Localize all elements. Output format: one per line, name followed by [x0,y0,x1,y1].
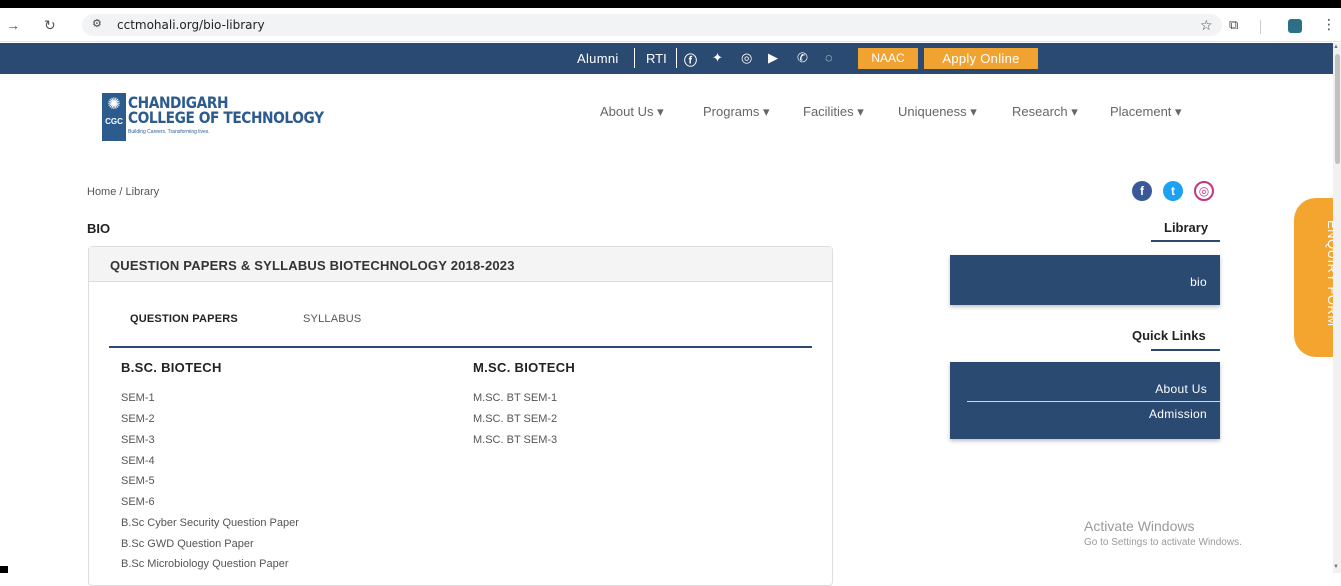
top-info-bar: Alumni RTI ⓕ ✦ ◎ ▶ ✆ ◌ NAAC Apply Online [0,43,1333,74]
list-item[interactable]: SEM-6 [121,496,155,508]
heading-underline [1151,240,1220,242]
nav-label: Placement [1110,104,1172,119]
chevron-down-icon: ▾ [657,104,664,119]
column-heading-msc: M.SC. BIOTECH [473,360,576,375]
extensions-icon[interactable]: ⧉ [1229,17,1238,33]
facebook-icon[interactable]: f [1132,181,1152,201]
site-info-icon[interactable]: ⚙ [92,17,102,30]
topbar-divider [634,48,635,68]
instagram-icon[interactable]: ◎ [741,50,752,66]
phone-icon[interactable]: ✆ [797,50,808,66]
list-item[interactable]: SEM-4 [121,455,155,467]
windows-watermark-subtitle: Go to Settings to activate Windows. [1084,537,1242,548]
list-item[interactable]: SEM-1 [121,392,155,404]
list-item[interactable]: SEM-2 [121,413,155,425]
reload-icon[interactable]: ↻ [44,17,56,34]
tab-question-papers[interactable]: QUESTION PAPERS [130,313,238,325]
browser-toolbar: → ↻ ⚙ cctmohali.org/bio-library ☆ ⧉ ⋮ [0,8,1341,42]
instagram-icon[interactable]: ◎ [1194,181,1214,201]
chevron-down-icon: ▾ [970,104,977,119]
panel-title: QUESTION PAPERS & SYLLABUS BIOTECHNOLOGY… [110,258,515,273]
rti-link[interactable]: RTI [646,51,667,66]
chevron-down-icon: ▾ [857,104,864,119]
alumni-link[interactable]: Alumni [577,51,619,66]
sidebar-heading-quick-links: Quick Links [1132,328,1206,343]
sidebar-divider [967,401,1220,402]
quick-links-box: About Us Admission [950,362,1220,439]
scrollbar-thumb[interactable] [1335,54,1340,164]
nav-label: About Us [600,104,654,119]
list-item[interactable]: SEM-5 [121,475,155,487]
tab-underline [109,346,812,348]
scroll-up-icon[interactable]: ▲ [1333,44,1339,50]
whatsapp-icon[interactable]: ◌ [825,50,833,65]
chevron-down-icon: ▾ [1175,104,1182,119]
toolbar-divider [1260,20,1261,34]
content-panel: QUESTION PAPERS & SYLLABUS BIOTECHNOLOGY… [88,246,833,586]
column-heading-bsc: B.SC. BIOTECH [121,360,222,375]
heading-underline [1151,349,1220,351]
profile-avatar[interactable] [1288,19,1302,33]
breadcrumb[interactable]: Home / Library [87,186,159,198]
logo-emblem: ✺ CGC [102,93,126,141]
screen-top-edge [0,0,1341,8]
naac-button[interactable]: NAAC [858,48,918,69]
sidebar-item-about-us[interactable]: About Us [1155,382,1207,396]
twitter-icon[interactable]: ✦ [712,50,723,66]
nav-about-us[interactable]: About Us ▾ [600,104,664,120]
tab-syllabus[interactable]: SYLLABUS [303,313,361,325]
list-item[interactable]: B.Sc GWD Question Paper [121,538,254,550]
nav-programs[interactable]: Programs ▾ [703,104,770,120]
nav-label: Research [1012,104,1068,119]
nav-placement[interactable]: Placement ▾ [1110,104,1182,120]
list-item[interactable]: M.SC. BT SEM-2 [473,413,557,425]
library-links-box: bio [950,255,1220,305]
bookmark-star-icon[interactable]: ☆ [1200,17,1213,34]
page-title: BIO [87,221,111,236]
windows-watermark-title: Activate Windows [1084,518,1195,534]
sidebar-item-admission[interactable]: Admission [1149,407,1207,421]
nav-label: Programs [703,104,760,119]
chevron-down-icon: ▾ [1071,104,1078,119]
nav-label: Facilities [803,104,854,119]
logo-line-2: COLLEGE OF TECHNOLOGY [128,108,324,127]
logo-badge: CGC [105,117,123,126]
url-text: cctmohali.org/bio-library [117,18,265,32]
browser-menu-icon[interactable]: ⋮ [1322,16,1336,33]
topbar-divider [676,48,677,68]
facebook-icon[interactable]: ⓕ [684,50,697,69]
nav-label: Uniqueness [898,104,967,119]
nav-uniqueness[interactable]: Uniqueness ▾ [898,104,977,120]
youtube-icon[interactable]: ▶ [768,50,778,66]
logo-tagline: Building Careers. Transforming lives. [128,129,210,135]
sidebar-heading-library: Library [1164,220,1209,235]
college-logo[interactable]: ✺ CGC CHANDIGARH COLLEGE OF TECHNOLOGY B… [102,93,324,149]
list-item[interactable]: B.Sc Cyber Security Question Paper [121,517,299,529]
twitter-icon[interactable]: t [1163,181,1183,201]
sidebar-item-bio[interactable]: bio [1190,275,1207,289]
nav-research[interactable]: Research ▾ [1012,104,1078,120]
scroll-down-icon[interactable]: ▼ [1333,564,1339,570]
forward-icon[interactable]: → [6,17,20,33]
gear-icon: ✺ [107,96,121,113]
list-item[interactable]: B.Sc Microbiology Question Paper [121,558,289,570]
panel-header: QUESTION PAPERS & SYLLABUS BIOTECHNOLOGY… [89,247,832,282]
list-item[interactable]: SEM-3 [121,434,155,446]
chevron-down-icon: ▾ [762,104,770,119]
screen-bottom-edge [0,566,8,573]
list-item[interactable]: M.SC. BT SEM-1 [473,392,557,404]
apply-online-button[interactable]: Apply Online [924,48,1038,69]
list-item[interactable]: M.SC. BT SEM-3 [473,434,557,446]
address-bar[interactable]: ⚙ cctmohali.org/bio-library [82,14,1222,36]
nav-facilities[interactable]: Facilities ▾ [803,104,864,120]
